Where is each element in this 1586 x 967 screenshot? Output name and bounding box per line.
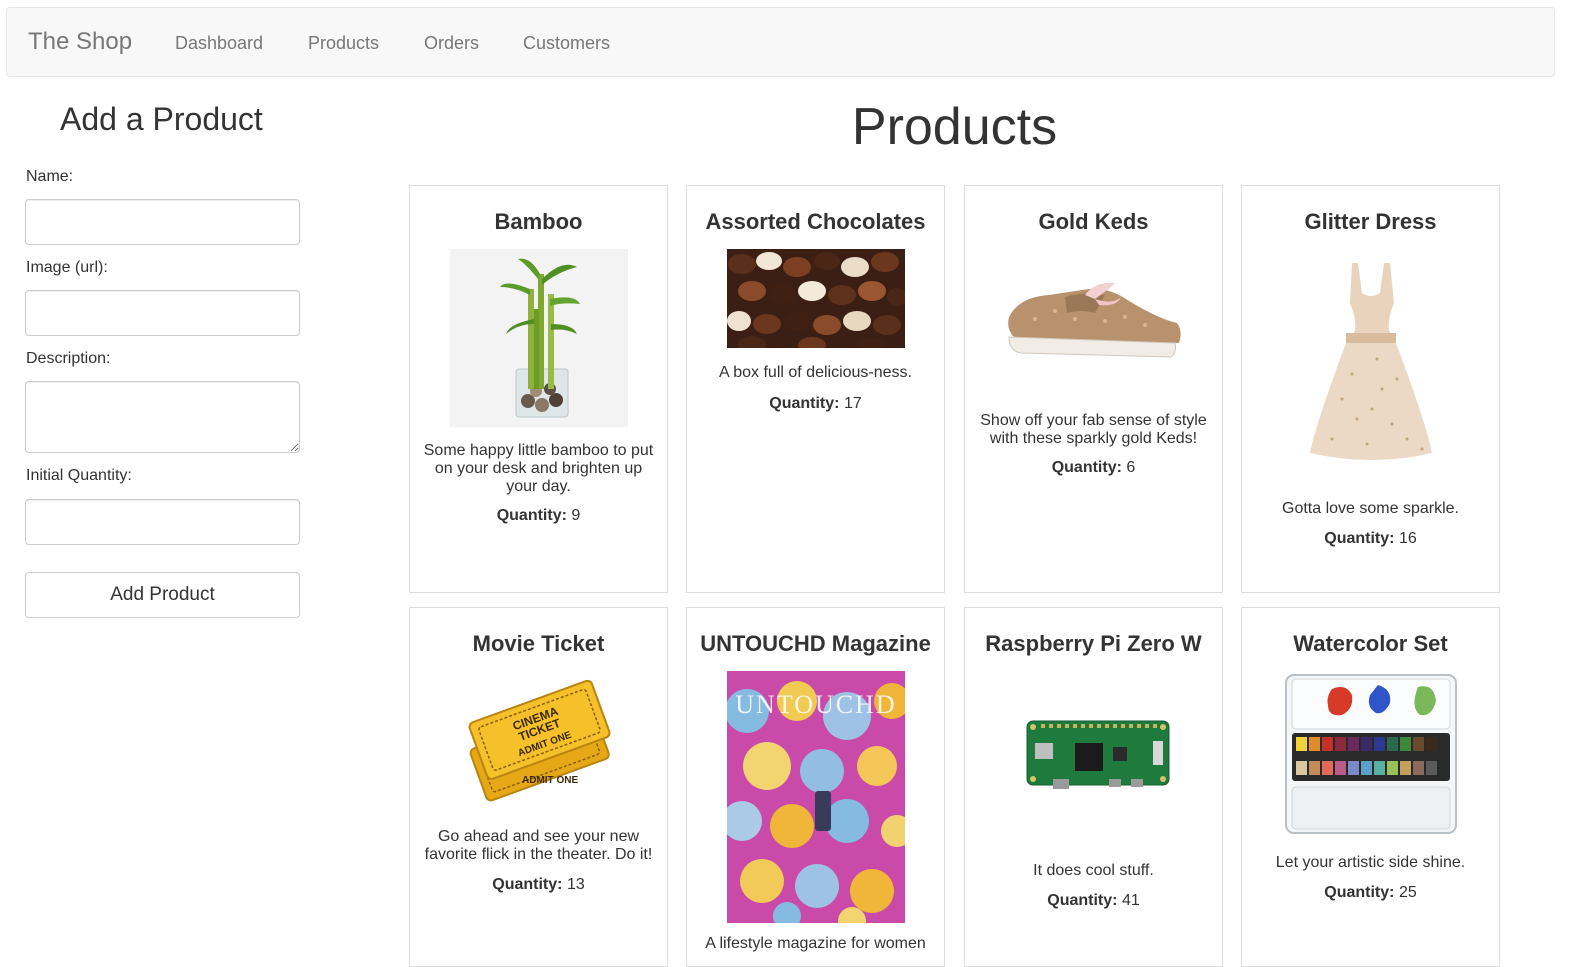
product-quantity: Quantity: 6 (965, 459, 1222, 477)
description-label: Description: (26, 350, 111, 367)
quantity-value: 41 (1121, 892, 1140, 909)
nav-link-products[interactable]: Products (308, 33, 379, 54)
product-card-movie-ticket[interactable]: Movie Ticket CINEMA TICKET ADMIT ONE ADM… (409, 607, 668, 967)
product-name: Watercolor Set (1293, 631, 1448, 656)
image-url-label: Image (url): (26, 259, 108, 276)
product-description: A box full of delicious-ness. (719, 364, 912, 381)
product-description: Some happy little bamboo to put on your … (423, 442, 654, 495)
quantity-label: Quantity: (496, 507, 567, 524)
nav-link-dashboard[interactable]: Dashboard (175, 33, 263, 54)
quantity-label: Quantity: (1047, 892, 1118, 909)
nav-link-orders[interactable]: Orders (424, 33, 479, 54)
bamboo-image (450, 249, 628, 427)
product-card-bamboo[interactable]: Bamboo Some happy little bamboo to put o… (409, 185, 668, 593)
product-quantity: Quantity: 16 (1242, 530, 1499, 548)
product-card-watercolor-set[interactable]: Watercolor Set Let your artistic side sh… (1241, 607, 1500, 967)
quantity-value: 17 (843, 395, 862, 412)
dress-image (1282, 249, 1460, 489)
form-title: Add a Product (60, 101, 263, 137)
product-name: Assorted Chocolates (705, 209, 926, 234)
initial-quantity-label: Initial Quantity: (26, 467, 132, 484)
product-description: Gotta love some sparkle. (1282, 500, 1459, 517)
name-input[interactable] (25, 199, 300, 245)
product-name: Glitter Dress (1304, 209, 1437, 234)
name-label: Name: (26, 168, 74, 185)
quantity-label: Quantity: (1051, 459, 1122, 476)
ticket-text-admit-one-lower: ADMIT ONE (522, 775, 578, 786)
product-description: A lifestyle magazine for women (705, 935, 926, 952)
quantity-label: Quantity: (1324, 884, 1395, 901)
product-description: Let your artistic side shine. (1275, 854, 1466, 871)
quantity-label: Quantity: (492, 876, 563, 893)
product-quantity: Quantity: 9 (410, 507, 667, 525)
quantity-label: Quantity: (769, 395, 840, 412)
top-navbar: The Shop Dashboard Products Orders Custo… (6, 7, 1555, 77)
brand-link[interactable]: The Shop (28, 28, 132, 56)
quantity-value: 6 (1126, 459, 1136, 476)
ticket-image: CINEMA TICKET ADMIT ONE ADMIT ONE (450, 671, 628, 821)
product-name: Bamboo (494, 209, 583, 234)
product-quantity: Quantity: 17 (687, 395, 944, 413)
product-description: Go ahead and see your new favorite flick… (424, 828, 653, 863)
product-quantity: Quantity: 25 (1242, 884, 1499, 902)
quantity-value: 25 (1398, 884, 1417, 901)
product-name: Raspberry Pi Zero W (985, 631, 1202, 656)
product-card-raspberry-pi[interactable]: Raspberry Pi Zero W It does cool stuff. … (964, 607, 1223, 967)
description-textarea[interactable] (25, 381, 300, 453)
product-card-glitter-dress[interactable]: Glitter Dress Gotta love some sparkle. Q… (1241, 185, 1500, 593)
magazine-image: UNTOUCHD (727, 671, 905, 923)
product-card-chocolates[interactable]: Assorted Chocolates A box full of delici… (686, 185, 945, 593)
chocolates-image (727, 249, 905, 348)
product-quantity: Quantity: 13 (410, 876, 667, 894)
quantity-value: 9 (571, 507, 581, 524)
product-name: Movie Ticket (472, 631, 605, 656)
product-quantity: Quantity: 41 (965, 892, 1222, 910)
circuit-board-image (1005, 671, 1183, 871)
product-card-gold-keds[interactable]: Gold Keds Show off your fab sense of sty… (964, 185, 1223, 593)
quantity-value: 16 (1398, 530, 1417, 547)
initial-quantity-input[interactable] (25, 499, 300, 545)
product-name: Gold Keds (1038, 209, 1149, 234)
product-description: It does cool stuff. (1033, 862, 1154, 879)
product-card-untouchd-magazine[interactable]: UNTOUCHD Magazine UNTOUCHD A lifestyle m… (686, 607, 945, 967)
products-heading: Products (851, 98, 1058, 156)
product-name: UNTOUCHD Magazine (700, 631, 931, 656)
product-description: Show off your fab sense of style with th… (980, 412, 1207, 447)
image-url-input[interactable] (25, 290, 300, 336)
magazine-masthead: UNTOUCHD (735, 690, 896, 719)
sneaker-image (1005, 249, 1183, 399)
add-product-button[interactable]: Add Product (25, 572, 300, 618)
nav-link-customers[interactable]: Customers (523, 33, 610, 54)
quantity-label: Quantity: (1324, 530, 1395, 547)
paint-palette-image (1282, 671, 1460, 841)
quantity-value: 13 (566, 876, 585, 893)
